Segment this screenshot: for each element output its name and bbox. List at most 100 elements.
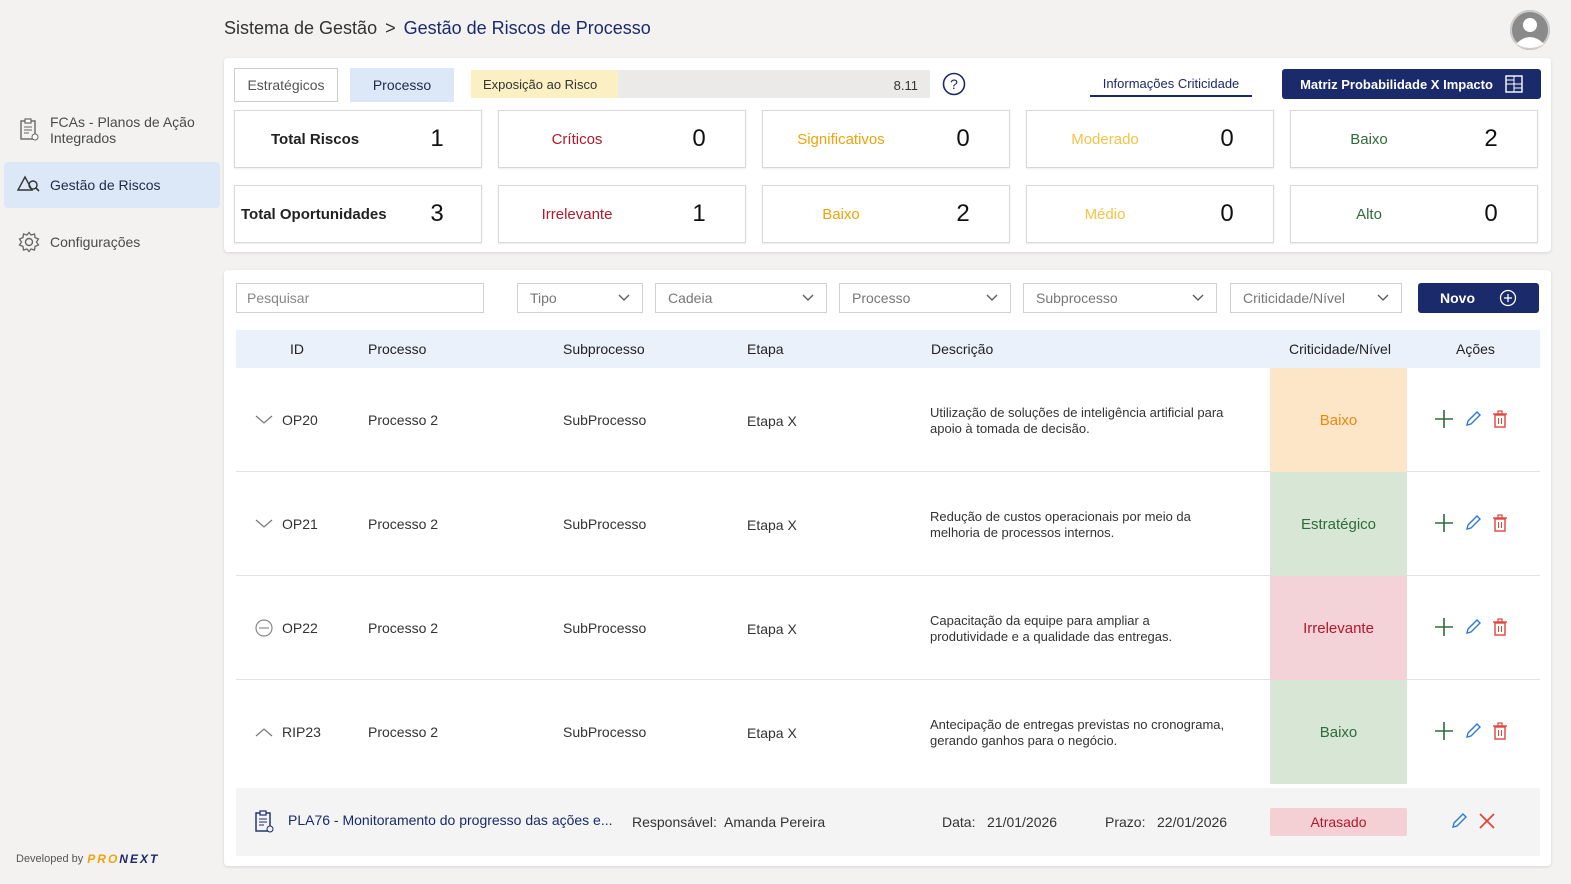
responsavel-value: Amanda Pereira <box>724 814 826 830</box>
table-row: OP21 Processo 2 SubProcesso Etapa X Redu… <box>236 472 1540 576</box>
card-label: Médio <box>1084 205 1126 223</box>
novo-button[interactable]: Novo <box>1418 283 1539 313</box>
row-subprocesso: SubProcesso <box>563 516 647 532</box>
table-header: ID Processo Subprocesso Etapa Descrição … <box>236 330 1540 368</box>
row-actions <box>1434 409 1508 429</box>
row-id: RIP23 <box>282 724 321 740</box>
page-title: Gestão de Riscos de Processo <box>403 18 651 38</box>
dropdown-label: Criticidade/Nível <box>1243 290 1345 306</box>
sidebar-item-gestao-riscos[interactable]: Gestão de Riscos <box>4 162 220 208</box>
matrix-button-label: Matriz Probabilidade X Impacto <box>1300 76 1493 92</box>
col-descricao[interactable]: Descrição <box>931 341 993 357</box>
table-row: OP22 Processo 2 SubProcesso Etapa X Capa… <box>236 576 1540 680</box>
row-descricao: Antecipação de entregas previstas no cro… <box>930 717 1225 748</box>
user-icon <box>1510 10 1550 50</box>
table-row: RIP23 Processo 2 SubProcesso Etapa X Ant… <box>236 680 1540 784</box>
dropdown-label: Processo <box>852 290 911 306</box>
clipboard-icon <box>255 810 274 833</box>
card-medio[interactable]: Médio 0 <box>1026 185 1274 243</box>
matrix-button[interactable]: Matriz Probabilidade X Impacto <box>1282 69 1541 99</box>
responsavel-label: Responsável: <box>632 814 717 830</box>
svg-text:?: ? <box>950 76 958 92</box>
cadeia-dropdown[interactable]: Cadeia <box>655 283 827 313</box>
close-icon[interactable] <box>1478 812 1496 830</box>
col-etapa[interactable]: Etapa <box>747 341 784 357</box>
prazo-label: Prazo: <box>1105 814 1146 830</box>
breadcrumb-root[interactable]: Sistema de Gestão <box>224 18 377 39</box>
add-icon[interactable] <box>1434 513 1454 533</box>
add-icon[interactable] <box>1434 617 1454 637</box>
card-criticos[interactable]: Críticos 0 <box>498 110 746 168</box>
card-label: Significativos <box>797 130 885 148</box>
risk-search-icon <box>16 172 42 198</box>
edit-icon[interactable] <box>1464 514 1482 532</box>
col-processo[interactable]: Processo <box>368 341 426 357</box>
row-criticidade-badge: Baixo <box>1270 368 1407 472</box>
risk-exposure-bar: Exposição ao Risco 8.11 <box>471 70 930 98</box>
grid-icon <box>1505 75 1523 93</box>
col-criticidade[interactable]: Criticidade/Nível <box>1289 341 1391 357</box>
help-icon[interactable]: ? <box>942 72 966 96</box>
row-actions <box>1434 513 1508 533</box>
pronext-logo: PRONEXT <box>87 852 160 866</box>
row-processo: Processo 2 <box>368 412 439 428</box>
col-id[interactable]: ID <box>290 341 304 357</box>
risk-exposure-value: 8.11 <box>893 78 918 93</box>
card-baixo-risco[interactable]: Baixo 2 <box>1290 110 1538 168</box>
card-total-oportunidades: Total Oportunidades 3 <box>234 185 482 243</box>
edit-icon[interactable] <box>1464 618 1482 636</box>
add-icon[interactable] <box>1434 721 1454 741</box>
card-significativos[interactable]: Significativos 0 <box>762 110 1010 168</box>
sidebar-item-configuracoes[interactable]: Configurações <box>4 226 220 258</box>
tipo-dropdown[interactable]: Tipo <box>517 283 643 313</box>
card-value: 0 <box>1220 125 1234 152</box>
chevron-down-icon <box>1377 294 1389 301</box>
gear-icon <box>16 229 42 255</box>
risks-table-panel: Pesquisar Tipo Cadeia Processo Subproces… <box>224 270 1551 866</box>
subprocesso-dropdown[interactable]: Subprocesso <box>1023 283 1217 313</box>
trash-icon[interactable] <box>1492 618 1508 636</box>
chevron-down-icon[interactable] <box>254 410 274 430</box>
table-row: OP20 Processo 2 SubProcesso Etapa X Util… <box>236 368 1540 472</box>
action-plan-row: PLA76 - Monitoramento do progresso das a… <box>236 788 1540 856</box>
tab-processo[interactable]: Processo <box>350 68 454 102</box>
info-criticidade-link[interactable]: Informações Criticidade <box>1090 76 1252 97</box>
card-value: 1 <box>430 125 444 152</box>
card-irrelevante[interactable]: Irrelevante 1 <box>498 185 746 243</box>
trash-icon[interactable] <box>1492 514 1508 532</box>
avatar[interactable] <box>1510 10 1550 50</box>
prazo-value: 22/01/2026 <box>1157 814 1228 830</box>
edit-icon[interactable] <box>1464 410 1482 428</box>
trash-icon[interactable] <box>1492 410 1508 428</box>
search-input[interactable]: Pesquisar <box>236 283 484 313</box>
card-alto[interactable]: Alto 0 <box>1290 185 1538 243</box>
action-plan-title[interactable]: PLA76 - Monitoramento do progresso das a… <box>288 812 613 828</box>
sidebar: FCAs - Planos de Ação Integrados Gestão … <box>0 0 222 884</box>
card-moderado[interactable]: Moderado 0 <box>1026 110 1274 168</box>
sidebar-item-label: FCAs - Planos de Ação Integrados <box>50 114 195 146</box>
card-total-riscos: Total Riscos 1 <box>234 110 482 168</box>
add-icon[interactable] <box>1434 409 1454 429</box>
col-subprocesso[interactable]: Subprocesso <box>563 341 645 357</box>
sidebar-item-fcas[interactable]: FCAs - Planos de Ação Integrados <box>4 110 220 150</box>
minus-circle-icon[interactable] <box>254 618 274 638</box>
card-value: 0 <box>1484 200 1498 227</box>
chevron-down-icon[interactable] <box>254 514 274 534</box>
edit-icon[interactable] <box>1464 722 1482 740</box>
processo-dropdown[interactable]: Processo <box>839 283 1011 313</box>
edit-icon[interactable] <box>1450 812 1468 830</box>
card-baixo-oportunidade[interactable]: Baixo 2 <box>762 185 1010 243</box>
criticidade-dropdown[interactable]: Criticidade/Nível <box>1230 283 1402 313</box>
chevron-down-icon <box>1192 294 1204 301</box>
novo-button-label: Novo <box>1440 290 1475 306</box>
card-label: Alto <box>1356 205 1382 223</box>
breadcrumb: Sistema de Gestão > Gestão de Riscos de … <box>224 18 651 39</box>
trash-icon[interactable] <box>1492 722 1508 740</box>
card-value: 1 <box>692 200 706 227</box>
tab-estrategicos[interactable]: Estratégicos <box>234 68 338 102</box>
row-etapa: Etapa X <box>747 621 797 637</box>
card-label: Críticos <box>551 130 603 148</box>
clipboard-icon <box>16 117 42 143</box>
col-acoes: Ações <box>1456 341 1495 357</box>
chevron-up-icon[interactable] <box>254 722 274 742</box>
